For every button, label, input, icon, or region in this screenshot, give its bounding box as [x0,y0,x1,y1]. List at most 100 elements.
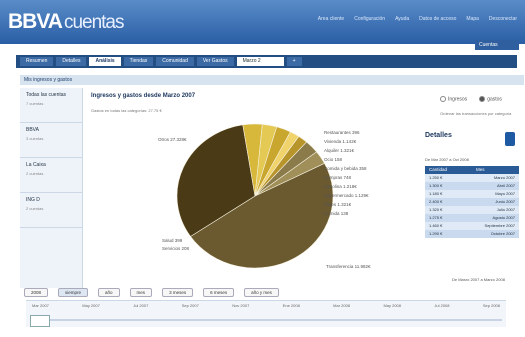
details-title: Detalles [425,132,452,139]
cell-month: Agosto 2007 [492,215,515,220]
nav-link[interactable]: Datos de acceso [419,16,456,22]
details-table: Cantidad Mes 1.250 € Marzo 2007 1.300 € Abr… [425,166,519,238]
timeline-slider[interactable]: Mar 2007 May 2007 Jul 2007 Sep 2007 Nov 2007… [26,300,506,327]
time-button[interactable]: año [98,288,120,297]
timeline-label: May 2008 [383,303,402,308]
table-row[interactable]: 1.320 € Julio 2007 [425,206,519,214]
timeline-label: Jul 2008 [434,303,450,308]
time-button[interactable]: 3 meses [162,288,194,297]
cell-month: Julio 2007 [496,207,515,212]
pie-label-salud: Salud 399 [162,238,183,243]
top-navigation: Area cliente Configuración Ayuda Datos d… [318,16,517,22]
column-header-month[interactable]: Mes [472,166,519,174]
sidebar-item-count: 2 cuentas [26,206,44,211]
timeline-label: Sep 2007 [181,303,199,308]
pie-label-comida-bebida: Comida y bebida 358 [324,166,367,171]
table-row[interactable]: 1.180 € Mayo 2007 [425,190,519,198]
time-button[interactable]: 6 meses [203,288,235,297]
sidebar-item-count: 2 cuentas [26,171,44,176]
nav-link[interactable]: Ayuda [395,16,409,22]
table-row[interactable]: 1.275 € Agosto 2007 [425,214,519,222]
cell-amount: 1.460 € [429,223,443,228]
sidebar-item-label: La Caixa [26,162,46,168]
tab-resumen[interactable]: Resumen [20,57,54,66]
radio-circle-icon [440,96,446,102]
month-select[interactable]: Marzo 2 [236,57,284,66]
cell-month: Abril 2007 [496,183,515,188]
expenses-pie-chart[interactable] [160,116,350,276]
cell-month: Octubre 2007 [490,231,515,236]
accounts-sidebar: Todas las cuentas 7 cuentas BBVA 3 cuent… [20,88,83,288]
pie-label-viajes: Viajes 1.321€ [324,202,352,207]
column-header-amount[interactable]: Cantidad [425,166,472,174]
timeline-handle[interactable] [30,315,50,327]
time-button[interactable]: 2008 [24,288,49,297]
sidebar-item-count: 7 cuentas [26,101,44,106]
cell-amount: 1.275 € [429,215,443,220]
radio-ingresos[interactable]: Ingresos [440,96,467,102]
table-row[interactable]: 1.460 € Septiembre 2007 [425,222,519,230]
pie-label-gasolina: Gasolina 1.218€ [324,184,357,189]
pie-label-comida: Comida 138 [324,211,349,216]
export-icon[interactable] [505,132,515,146]
pie-label-servicios: Servicios 208 [162,246,190,251]
nav-link[interactable]: Mapa [466,16,479,22]
pie-label-otros: Otros 27.328€ [158,137,187,142]
range-text: De Marzo 2007 a Marzo 2008 [452,277,505,282]
timeline-label: Mar 2008 [333,303,351,308]
user-menu[interactable]: Cuentas [475,40,519,50]
tab-comunidad[interactable]: Comunidad [156,57,194,66]
pie-label-transferencia: Transferencia 11.982€ [326,264,371,269]
table-header: Cantidad Mes [425,166,519,174]
tab-ver-gastos[interactable]: Ver Gastos [196,57,234,66]
sidebar-item-la-caixa[interactable]: La Caixa 2 cuentas [20,158,82,193]
nav-link[interactable]: Area cliente [318,16,344,22]
cell-amount: 1.250 € [429,175,443,180]
sidebar-item-bbva[interactable]: BBVA 3 cuentas [20,123,82,158]
tab-detalles[interactable]: Detalles [56,57,87,66]
cell-amount: 1.320 € [429,207,443,212]
table-row[interactable]: 1.250 € Marzo 2007 [425,174,519,182]
time-button[interactable]: mes [129,288,153,297]
add-tab-button[interactable]: + [286,57,302,66]
cell-amount: 2.400 € [429,199,443,204]
radio-gastos[interactable]: gastos [479,96,502,102]
sidebar-item-ing[interactable]: ING D 2 cuentas [20,193,82,228]
cell-amount: 1.180 € [429,191,443,196]
timeline-label: May 2007 [82,303,100,308]
nav-link[interactable]: Configuración [354,16,385,22]
cell-month: Marzo 2007 [493,175,515,180]
details-period: De Mar 2007 a Oct 2008 [425,157,469,162]
sidebar-item-count: 3 cuentas [26,136,44,141]
sidebar-item-label: BBVA [26,127,39,133]
chart-subtitle: Gastos en todas las categorías: 27.75 € [91,108,162,113]
sidebar-item-label: ING D [26,197,40,203]
cell-amount: 1.290 € [429,231,443,236]
chart-title: Ingresos y gastos desde Marzo 2007 [91,93,196,99]
timeline-labels: Mar 2007 May 2007 Jul 2007 Sep 2007 Nov 2007… [26,301,506,310]
timeline-label: Nov 2007 [232,303,250,308]
timeline-label: Mar 2007 [32,303,49,308]
time-button[interactable]: año y mes [244,288,279,297]
sidebar-item-all[interactable]: Todas las cuentas 7 cuentas [20,88,82,123]
sidebar-item-label: Todas las cuentas [26,92,67,98]
pie-label-supermercado: Supermercado 1.129€ [324,193,369,198]
table-row[interactable]: 1.290 € Octubre 2007 [425,230,519,238]
timeline-track [30,319,502,321]
nav-link[interactable]: Desconectar [489,16,517,22]
cell-month: Junio 2007 [495,199,515,204]
tab-analisis[interactable]: Análisis [89,57,121,66]
pie-label-compras: Compras 748 [324,175,352,180]
timeline-label: Jul 2007 [133,303,149,308]
time-range-buttons: 2008 siempre año mes 3 meses 6 meses año… [24,288,279,297]
bbva-logo[interactable]: BBVA cuentas [8,10,124,34]
table-row[interactable]: 1.300 € Abril 2007 [425,182,519,190]
cell-month: Septiembre 2007 [484,223,515,228]
cell-amount: 1.300 € [429,183,443,188]
table-row[interactable]: 2.400 € Junio 2007 [425,198,519,206]
sort-option[interactable]: Ordenar las transacciones por categoría [440,111,511,116]
timeline-label: Sep 2008 [482,303,500,308]
tab-tiendas[interactable]: Tiendas [123,57,154,66]
time-button[interactable]: siempre [58,288,89,297]
pie-label-ocio: Ocio 158 [324,157,343,162]
